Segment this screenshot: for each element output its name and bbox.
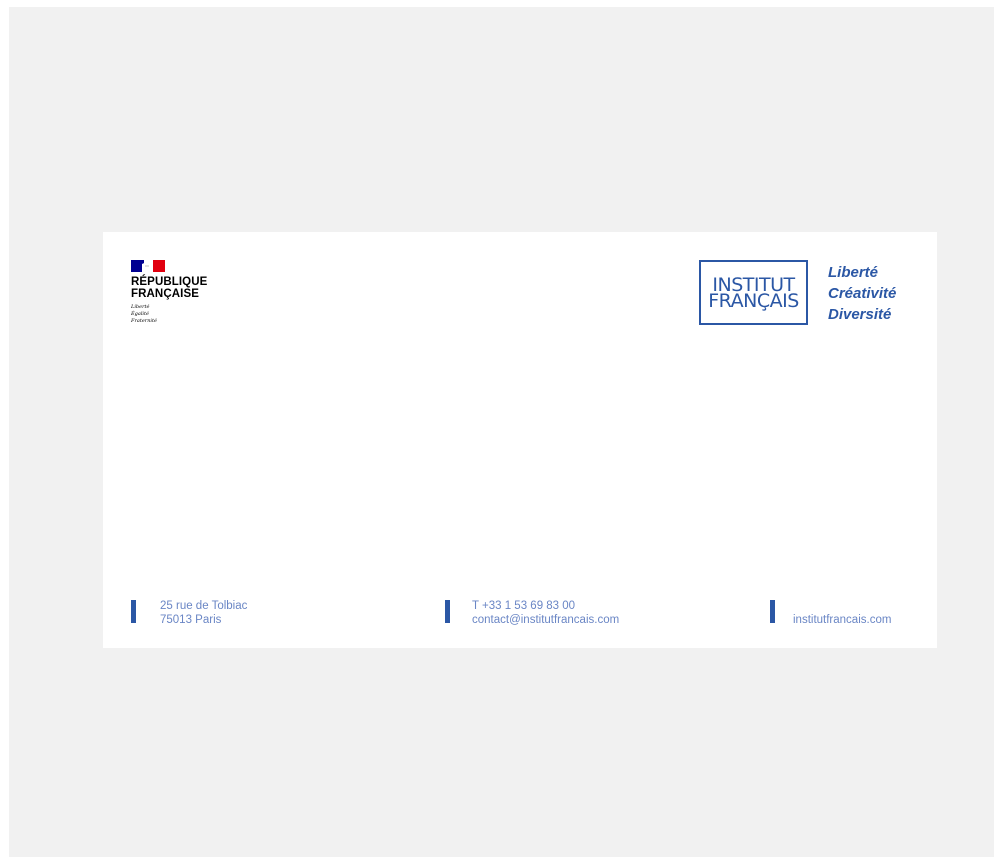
francaise-label: FRANÇAISE [131, 288, 199, 300]
footer-contact-bar [445, 600, 450, 623]
institut-francais-logo: INSTITUT FRANÇAIS [699, 260, 808, 325]
footer-website-bar [770, 600, 775, 623]
address-street: 25 rue de Tolbiac [160, 600, 248, 612]
motto-fraternite: Fraternité [131, 318, 157, 324]
motto-liberte: Liberté [131, 304, 150, 310]
tagline-liberte: Liberté [828, 264, 879, 281]
address-city: 75013 Paris [160, 614, 222, 626]
tagline-diversite: Diversité [828, 306, 892, 323]
footer-address: 25 rue de Tolbiac 75013 Paris [160, 599, 247, 627]
footer-website[interactable]: institutfrancais.com [793, 613, 891, 627]
letterhead-sheet: RÉPUBLIQUE FRANÇAISE Liberté Égalité Fra… [103, 232, 937, 648]
motto-egalite: Égalité [131, 311, 149, 317]
republique-label: RÉPUBLIQUE [131, 276, 208, 288]
contact-phone: T +33 1 53 69 83 00 [472, 600, 576, 612]
footer-address-bar [131, 600, 136, 623]
contact-email[interactable]: contact@institutfrancais.com [472, 613, 619, 627]
francais-label: FRANÇAIS [708, 290, 799, 312]
marianne-flag-icon [131, 260, 165, 272]
tagline: Liberté Créativité Diversité [828, 262, 896, 325]
page-background: RÉPUBLIQUE FRANÇAISE Liberté Égalité Fra… [9, 7, 994, 857]
tagline-creativite: Créativité [828, 285, 897, 302]
footer-contact: T +33 1 53 69 83 00 contact@institutfran… [472, 599, 619, 627]
republique-francaise-logo: RÉPUBLIQUE FRANÇAISE Liberté Égalité Fra… [131, 260, 231, 340]
